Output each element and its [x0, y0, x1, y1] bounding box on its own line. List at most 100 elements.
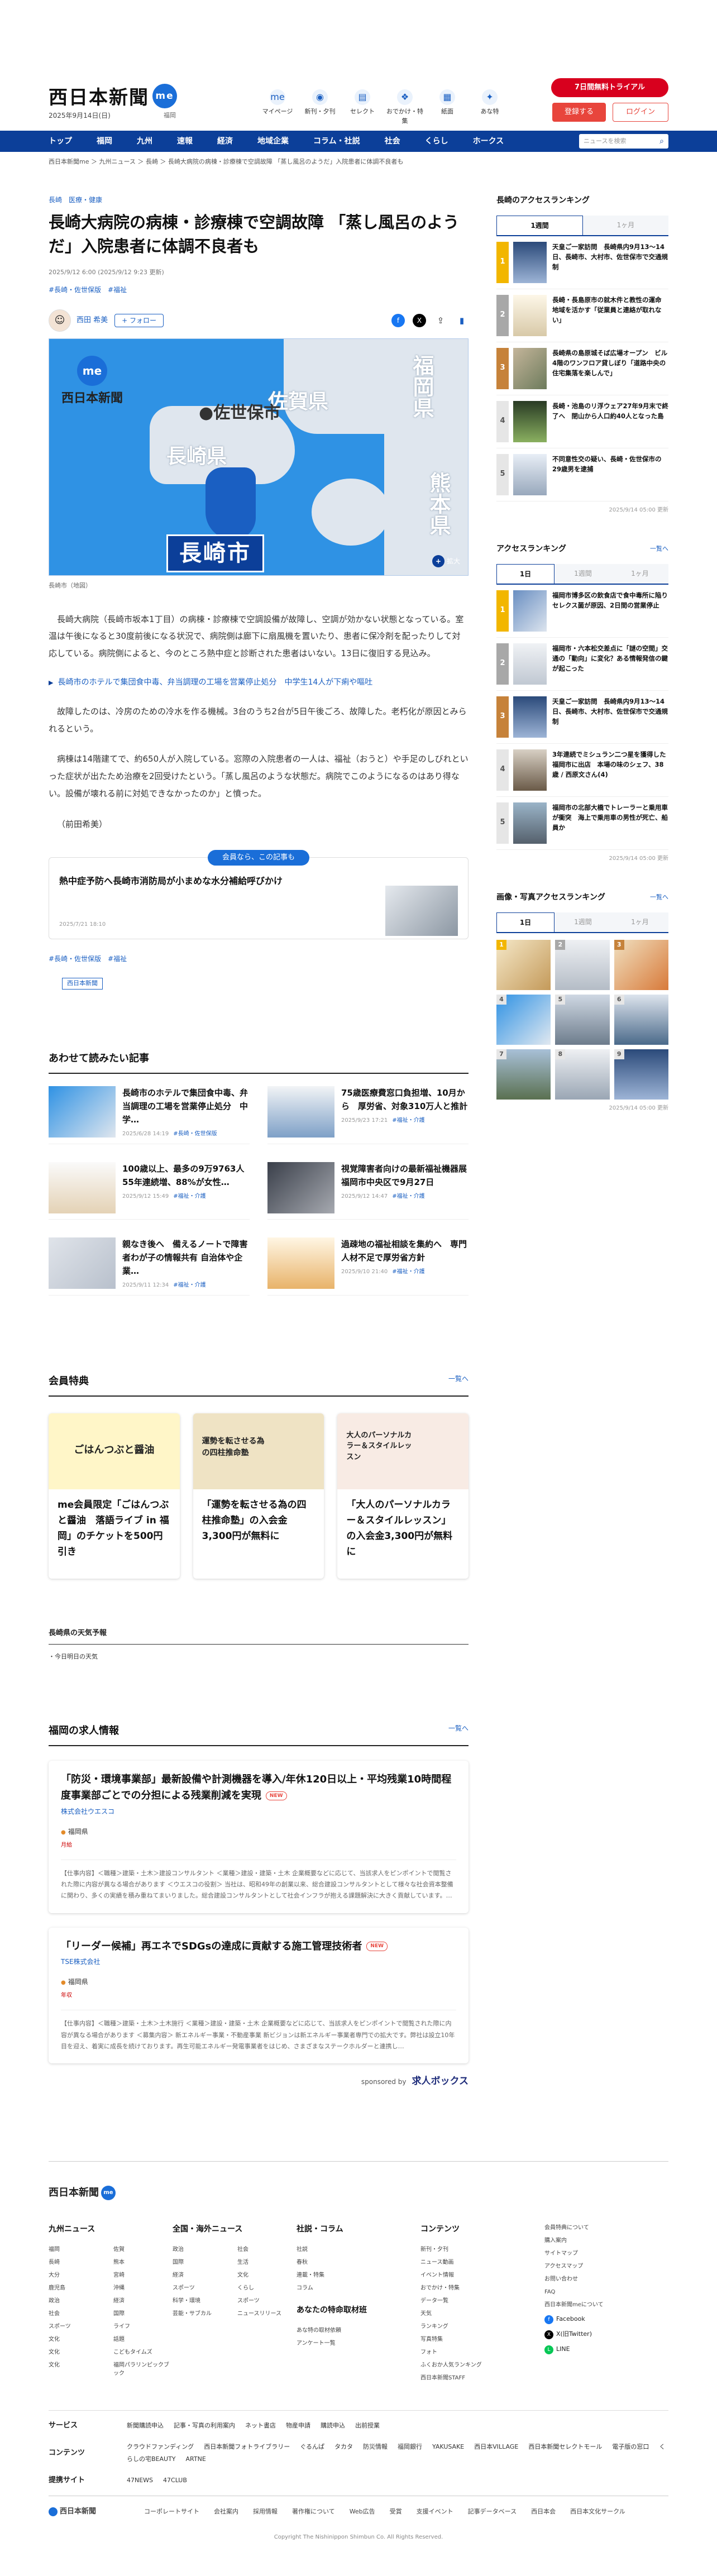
tab-1week[interactable]: 1週間 [555, 563, 611, 584]
footer-link[interactable]: 連載・特集 [297, 2271, 420, 2279]
register-button[interactable]: 登録する [552, 103, 606, 122]
ranking-item[interactable]: 4 長崎・池島のリ浮ウェア27年9月末で終了へ 閉山から人口約40人となった島 [496, 395, 668, 448]
trial-button[interactable]: 7日間無料トライアル [551, 78, 668, 97]
x-icon[interactable]: X [413, 314, 426, 327]
footer-link[interactable]: こどもタイムズ [113, 2348, 173, 2357]
tab-1week[interactable]: 1週間 [496, 215, 583, 235]
benefit-card[interactable]: ごはんつぶと醤油 me会員限定「ごはんつぶと醤油 落語ライブ in 福岡」のチケッ… [49, 1413, 180, 1579]
job-company[interactable]: TSE株式会社 [61, 1957, 456, 1967]
gnav-kurashi[interactable]: くらし [413, 131, 461, 152]
recommended-thumbnail[interactable] [267, 1237, 334, 1289]
footer-link[interactable]: おでかけ・特集 [420, 2284, 544, 2292]
nav-anatoku[interactable]: ✦ あな特 [469, 89, 511, 126]
footer-link[interactable]: 西日本新聞STAFF [420, 2374, 544, 2382]
footer-link[interactable]: 福岡 [49, 2245, 108, 2254]
footer-link[interactable]: 購入案内 [544, 2236, 668, 2245]
footer-link[interactable]: データ一覧 [420, 2297, 544, 2305]
site-logo[interactable]: 西日本新聞 me [49, 84, 177, 112]
footer-link[interactable]: くらし [237, 2284, 297, 2292]
member-article-thumbnail[interactable] [385, 886, 458, 936]
footer-link[interactable]: アンケート一覧 [297, 2339, 420, 2348]
ranking-item[interactable]: 4 3年連続でミシュラン二つ星を獲得した福岡市に出店 本場の味のシェフ、38歳 /… [496, 744, 668, 797]
search-icon[interactable]: ⌕ [659, 134, 664, 149]
bookmark-icon[interactable]: ▮ [455, 314, 469, 327]
article-keywords-bottom[interactable]: #長崎・佐世保版 #福祉 [49, 954, 469, 964]
tab-1day[interactable]: 1日 [496, 912, 555, 932]
footer-link[interactable]: 購読申込 [321, 2422, 345, 2429]
footer-link[interactable]: 会員特典について [544, 2224, 668, 2232]
benefit-card-image[interactable]: 大人のパーソナルカラー＆スタイルレッスン [337, 1413, 469, 1489]
tab-1month[interactable]: 1ヶ月 [583, 215, 668, 235]
gnav-hawks[interactable]: ホークス [461, 131, 517, 152]
author-name[interactable]: 西田 希美 [77, 315, 108, 326]
footer-link[interactable]: あな特の取材依頼 [297, 2326, 420, 2335]
gnav-sokuho[interactable]: 速報 [165, 131, 205, 152]
job-company[interactable]: 株式会社ウエスコ [61, 1806, 456, 1817]
benefit-card-image[interactable]: ごはんつぶと醤油 [49, 1413, 180, 1489]
benefit-card[interactable]: 大人のパーソナルカラー＆スタイルレッスン 「大人のパーソナルカラー＆スタイルレッス… [337, 1413, 469, 1579]
kyujin-box-logo[interactable]: 求人ボックス [412, 2076, 469, 2087]
nav-odekake[interactable]: ❖ おでかけ・特集 [384, 89, 426, 126]
jobs-more-link[interactable]: 一覧へ [448, 1723, 469, 1738]
footer-bottom-link[interactable]: 支援イベント [417, 2507, 453, 2517]
footer-logo[interactable]: 西日本新聞 me [49, 2185, 668, 2200]
benefit-card-image[interactable]: 運勢を転させる為の四柱推命塾 [193, 1413, 324, 1489]
footer-link[interactable]: FAQ [544, 2288, 668, 2296]
access-more-link[interactable]: 一覧へ [650, 544, 668, 554]
photo-item[interactable]: 2 [555, 939, 610, 990]
footer-link[interactable]: ふくおか人気ランキング [420, 2361, 544, 2369]
footer-link[interactable]: ニュースリリース [237, 2310, 297, 2318]
author-avatar[interactable]: ☺ [49, 309, 71, 332]
ranking-item[interactable]: 3 長崎県の島原城そば広場オープン ビル4階のワンフロア貸しぼり「道路中央の住宅集… [496, 342, 668, 395]
footer-bottom-link[interactable]: 西日本文化サークル [570, 2507, 625, 2517]
footer-link[interactable]: サイトマップ [544, 2249, 668, 2258]
footer-link[interactable]: ARTNE [186, 2455, 206, 2463]
recommended-item[interactable]: 視覚障害者向けの最新福祉機器展 福岡市中央区で9月27日 2025/9/12 14… [267, 1162, 475, 1220]
footer-social-link[interactable]: f Facebook [544, 2315, 668, 2324]
footer-link[interactable]: タカタ [334, 2443, 353, 2450]
footer-link[interactable]: 政治 [173, 2245, 232, 2254]
photo-more-link[interactable]: 一覧へ [650, 893, 668, 902]
footer-link[interactable]: コラム [297, 2284, 420, 2292]
footer-link[interactable]: フォト [420, 2348, 544, 2357]
ranking-item[interactable]: 3 天皇ご一家訪問 長崎県内9月13〜14日、長崎市、大村市、佐世保市で交通規制 [496, 691, 668, 744]
footer-link[interactable]: ぐるんぱ [300, 2443, 324, 2450]
ranking-item[interactable]: 2 長崎・長島原市の就木件と教性の運命 地域を活かす「従業員と連絡が取れない」 [496, 289, 668, 342]
article-tags[interactable]: 長崎 医療・健康 [49, 195, 469, 205]
footer-link[interactable]: クラウドファンディング [127, 2443, 194, 2450]
footer-link[interactable]: 文化 [49, 2335, 108, 2344]
footer-link[interactable]: 長崎 [49, 2258, 108, 2267]
benefit-card[interactable]: 運勢を転させる為の四柱推命塾 「運勢を転させる為の四柱推命塾」の入会金3,300円… [193, 1413, 324, 1579]
header-area[interactable]: 福岡 [164, 111, 176, 121]
footer-link[interactable]: 記事・写真の利用案内 [174, 2422, 235, 2429]
footer-link[interactable]: 宮崎 [113, 2271, 173, 2279]
footer-bottom-link[interactable]: 著作権について [292, 2507, 335, 2517]
footer-link[interactable]: スポーツ [237, 2297, 297, 2305]
photo-item[interactable]: 6 [614, 994, 668, 1045]
tab-1week[interactable]: 1週間 [555, 912, 611, 932]
footer-link[interactable]: 大分 [49, 2271, 108, 2279]
footer-link[interactable]: ランキング [420, 2322, 544, 2331]
photo-item[interactable]: 7 [496, 1049, 551, 1100]
recommended-thumbnail[interactable] [267, 1162, 334, 1213]
article-map[interactable]: me 西日本新聞 福岡県 佐賀県 ●佐世保市 長崎県 熊本県 長崎市 + 拡大 [49, 338, 469, 576]
gnav-chiiki[interactable]: 地域企業 [245, 131, 301, 152]
footer-link[interactable]: 国際 [113, 2310, 173, 2318]
footer-link[interactable]: 47NEWS [127, 2477, 153, 2484]
recommended-item[interactable]: 長崎市のホテルで集団食中毒、弁当調理の工場を営業停止処分 中学… 2025/6/2… [49, 1086, 250, 1144]
ranking-item[interactable]: 2 福岡市・六本松交差点に「謎の空間」交通の「動向」に変化？ある情報発信の鍵が起こ… [496, 638, 668, 691]
footer-link[interactable]: 写真特集 [420, 2335, 544, 2344]
footer-bottom-link[interactable]: 受賞 [390, 2507, 402, 2517]
footer-link[interactable]: 熊本 [113, 2258, 173, 2267]
recommended-thumbnail[interactable] [49, 1086, 116, 1138]
footer-link[interactable]: アクセスマップ [544, 2262, 668, 2271]
footer-link[interactable]: 福岡銀行 [398, 2443, 422, 2450]
article-keywords[interactable]: #長崎・佐世保版 #福祉 [49, 285, 469, 295]
footer-link[interactable]: ネット書店 [245, 2422, 276, 2429]
photo-item[interactable]: 5 [555, 994, 610, 1045]
footer-link[interactable]: ライフ [113, 2322, 173, 2331]
footer-bottom-link[interactable]: 採用情報 [253, 2507, 278, 2517]
gnav-column[interactable]: コラム・社説 [301, 131, 372, 152]
footer-link[interactable]: お問い合わせ [544, 2275, 668, 2283]
gnav-fukuoka[interactable]: 福岡 [84, 131, 125, 152]
